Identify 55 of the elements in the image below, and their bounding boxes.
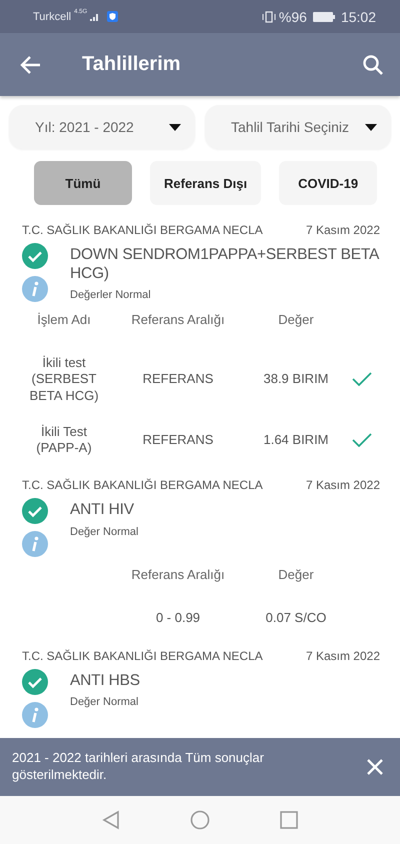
vibrate-icon [262,10,276,22]
column-header: Referans Aralığı [130,566,226,584]
result-date: 7 Kasım 2022 [306,223,380,237]
column-header: Değer [277,311,315,329]
table-cell-text: 1.64 BIRIM [262,430,330,449]
check-icon [22,668,48,694]
table-cell-text: İkili Test (PAPP-A) [35,422,93,457]
test-title: ANTI HBS [70,672,140,690]
snackbar-message: 2021 - 2022 tarihleri arasında Tüm sonuçlar gösterilmektedir. [12,750,265,784]
column-header: İşlem Adı [36,311,92,329]
filter-tab[interactable]: COVID-19 [279,161,378,205]
column-header: Referans Aralığı [130,311,226,329]
screen-title: Tahlillerim [82,53,182,76]
lab-name: T.C. SAĞLIK BAKANLIĞI BERGAMA NECLA [22,478,263,492]
filter-tab[interactable]: Referans Dışı [150,161,262,205]
filter-dropdown[interactable]: Tahlil Tarihi Seçiniz [205,105,391,149]
home-nav-button[interactable] [190,810,210,830]
result-status: Değer Normal [70,696,140,708]
check-icon [22,498,48,524]
info-icon[interactable] [22,531,48,558]
clock: 15:02 [340,8,376,24]
test-title: ANTI HIV [70,501,135,520]
result-date: 7 Kasım 2022 [306,648,380,662]
close-button[interactable] [366,758,384,776]
carrier-name: Turkcell [33,10,72,22]
result-date: 7 Kasım 2022 [306,478,380,492]
check-icon [22,243,48,269]
table-cell-text: İkili test (SERBEST BETA HCG) [28,354,100,405]
battery-icon [312,12,335,22]
info-icon[interactable] [22,702,48,728]
filter-tab[interactable]: Tümü [34,161,132,205]
checkmark-icon [352,372,372,386]
table-cell-text: 0.07 S/CO [264,609,328,628]
test-title: DOWN SENDROM1PAPPA+SERBEST BETA HCG) [70,246,380,284]
signal-icon [90,12,100,21]
filter-dropdown[interactable]: Yıl: 2021 - 2022 [9,105,195,149]
table-cell-text: 0 - 0.99 [154,609,202,628]
back-nav-button[interactable] [102,810,120,830]
lab-name: T.C. SAĞLIK BAKANLIĞI BERGAMA NECLA [22,223,263,237]
result-status: Değerler Normal [70,289,152,302]
battery-percent: %96 [278,8,307,24]
table-cell-text: REFERANS [142,370,214,388]
table-cell-text: REFERANS [142,430,214,449]
caret-icon [365,124,377,130]
table-cell-text: 38.9 BIRIM [262,370,330,388]
search-button[interactable] [362,54,384,76]
info-icon[interactable] [22,276,48,302]
column-header: Değer [277,566,315,584]
recents-nav-button[interactable] [280,811,298,829]
lab-name: T.C. SAĞLIK BAKANLIĞI BERGAMA NECLA [22,648,263,662]
checkmark-icon [352,433,372,447]
result-status: Değer Normal [70,526,138,538]
back-button[interactable] [20,54,42,76]
caret-icon [169,124,181,130]
shield-icon [107,11,118,22]
